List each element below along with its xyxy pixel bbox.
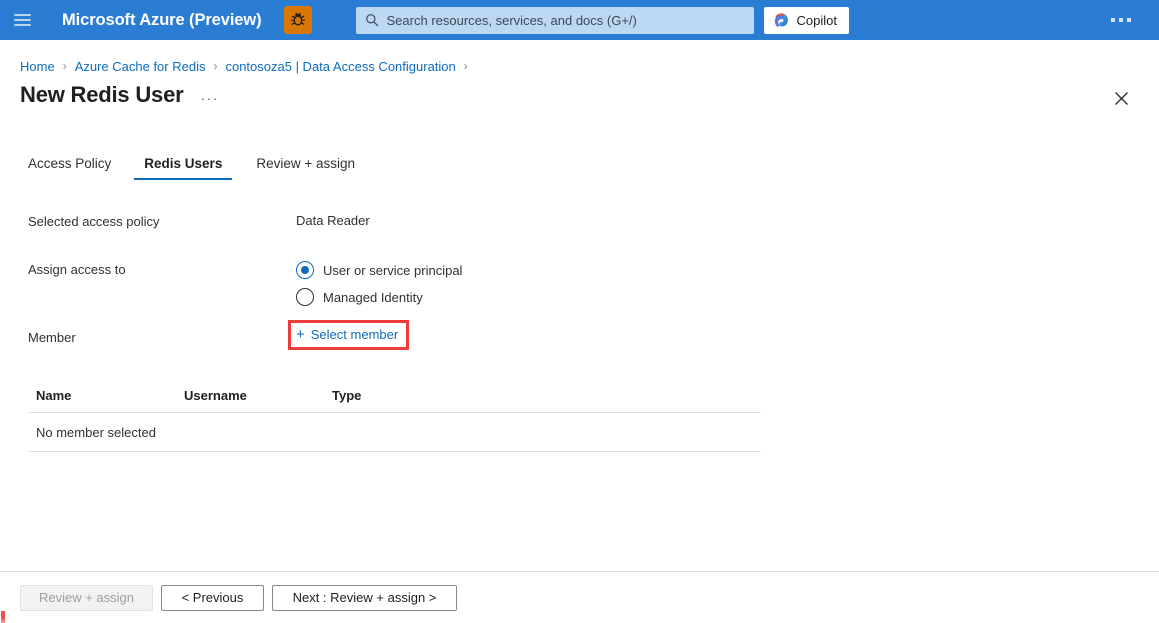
selected-access-policy-value: Data Reader bbox=[296, 213, 370, 228]
field-member: Member + Select member bbox=[28, 320, 1159, 351]
field-assign-access-to: Assign access to User or service princip… bbox=[28, 261, 1159, 306]
members-table: Name Username Type No member selected bbox=[28, 388, 761, 452]
assign-access-to-radio-group: User or service principal Managed Identi… bbox=[296, 261, 462, 306]
more-options-icon[interactable] bbox=[1101, 10, 1141, 30]
breadcrumb-separator: › bbox=[463, 59, 468, 73]
field-selected-access-policy: Selected access policy Data Reader bbox=[28, 213, 1159, 239]
next-review-assign-button[interactable]: Next : Review + assign > bbox=[272, 584, 457, 611]
radio-managed-identity[interactable]: Managed Identity bbox=[296, 288, 462, 306]
annotation-corner-mark bbox=[1, 611, 5, 623]
radio-label: Managed Identity bbox=[323, 289, 423, 305]
close-icon[interactable] bbox=[1107, 84, 1135, 112]
search-input[interactable]: Search resources, services, and docs (G+… bbox=[355, 6, 754, 34]
column-header-username: Username bbox=[184, 388, 247, 403]
radio-label: User or service principal bbox=[323, 262, 463, 278]
copilot-label: Copilot bbox=[796, 12, 837, 28]
hamburger-menu-icon[interactable] bbox=[0, 0, 44, 40]
previous-button[interactable]: < Previous bbox=[161, 584, 264, 611]
plus-icon: + bbox=[296, 326, 305, 343]
redis-user-form: Selected access policy Data Reader Assig… bbox=[0, 213, 1159, 351]
page-more-commands-icon[interactable]: ··· bbox=[201, 90, 220, 106]
column-header-type: Type bbox=[332, 388, 362, 403]
breadcrumb-separator: › bbox=[62, 59, 67, 73]
radio-mark-icon bbox=[296, 288, 314, 306]
copilot-button[interactable]: Copilot bbox=[763, 6, 849, 34]
tab-redis-users[interactable]: Redis Users bbox=[134, 156, 233, 180]
breadcrumb-item-data-access-configuration[interactable]: contosoza5 | Data Access Configuration bbox=[225, 59, 455, 74]
tab-access-policy[interactable]: Access Policy bbox=[28, 156, 121, 180]
assign-access-to-label: Assign access to bbox=[28, 262, 126, 277]
wizard-tabs: Access Policy Redis Users Review + assig… bbox=[0, 156, 1159, 180]
search-placeholder-text: Search resources, services, and docs (G+… bbox=[386, 12, 637, 28]
member-label: Member bbox=[28, 330, 76, 345]
topbar-right-group bbox=[1101, 10, 1147, 30]
brand-title[interactable]: Microsoft Azure (Preview) bbox=[62, 11, 262, 30]
table-header-row: Name Username Type bbox=[28, 388, 761, 413]
select-member-label: Select member bbox=[310, 327, 399, 342]
column-header-name: Name bbox=[36, 388, 72, 403]
select-member-button[interactable]: + Select member bbox=[296, 327, 398, 342]
selected-access-policy-label: Selected access policy bbox=[28, 214, 160, 229]
azure-top-navigation-bar: Microsoft Azure (Preview) Search resourc… bbox=[0, 0, 1159, 40]
table-row: No member selected bbox=[28, 413, 761, 452]
copilot-logo-icon bbox=[773, 12, 790, 29]
wizard-footer: Review + assign < Previous Next : Review… bbox=[0, 571, 1159, 623]
bug-icon[interactable] bbox=[283, 6, 312, 34]
review-assign-button[interactable]: Review + assign bbox=[20, 584, 153, 611]
breadcrumb-item-azure-cache-for-redis[interactable]: Azure Cache for Redis bbox=[75, 59, 206, 74]
select-member-highlight-box: + Select member bbox=[288, 320, 410, 350]
breadcrumb-separator: › bbox=[213, 59, 218, 73]
breadcrumb-item-home[interactable]: Home bbox=[20, 59, 55, 74]
breadcrumb: Home › Azure Cache for Redis › contosoza… bbox=[0, 52, 1159, 80]
tab-review-assign[interactable]: Review + assign bbox=[246, 156, 365, 180]
empty-state-message: No member selected bbox=[36, 425, 156, 440]
radio-user-or-service-principal[interactable]: User or service principal bbox=[296, 261, 462, 279]
page-title-row: New Redis User ··· bbox=[0, 82, 1159, 108]
search-icon bbox=[364, 12, 380, 28]
page-title: New Redis User bbox=[20, 82, 184, 107]
radio-mark-icon bbox=[296, 261, 314, 279]
